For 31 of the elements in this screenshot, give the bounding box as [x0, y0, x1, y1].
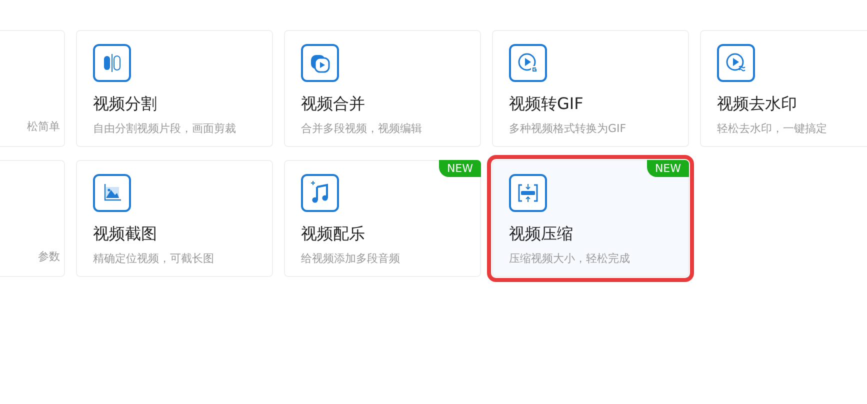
tool-description: 合并多段视频，视频编辑 — [301, 121, 422, 136]
tool-card[interactable]: NEW 视频配乐 给视频添加多段音频 — [284, 160, 481, 277]
music-note-icon — [301, 174, 339, 212]
crop-image-icon — [93, 174, 131, 212]
tool-title: 视频配乐 — [301, 224, 365, 245]
tool-card[interactable]: 视频去水印 轻松去水印，一键搞定 — [700, 30, 867, 147]
video-stack-icon — [301, 44, 339, 82]
gif-play-icon — [509, 44, 547, 82]
tool-description: 轻松去水印，一键搞定 — [717, 121, 827, 136]
tool-card[interactable]: 视频截图 精确定位视频，可截长图 — [76, 160, 273, 277]
tool-description: 压缩视频大小，轻松完成 — [509, 251, 630, 266]
tool-title: 视频截图 — [93, 224, 157, 245]
new-badge: NEW — [646, 160, 689, 177]
tool-title: 视频分割 — [93, 94, 157, 115]
split-icon — [93, 44, 131, 82]
tool-description: 精确定位视频，可截长图 — [93, 251, 214, 266]
tool-description: 参数 — [38, 249, 60, 264]
tool-title: 视频转GIF — [509, 94, 584, 115]
tool-title: 视频压缩 — [509, 224, 573, 245]
tool-description: 给视频添加多段音频 — [301, 251, 400, 266]
tool-title: 视频合并 — [301, 94, 365, 115]
compress-icon — [509, 174, 547, 212]
tool-title: 视频去水印 — [717, 94, 797, 115]
tool-description: 多种视频格式转换为GIF — [509, 121, 626, 136]
play-wave-icon — [717, 44, 755, 82]
tool-description: 自由分割视频片段，画面剪裁 — [93, 121, 236, 136]
new-badge: NEW — [438, 160, 481, 177]
tool-description: 松简单 — [27, 119, 60, 134]
tool-card[interactable]: 视频分割 自由分割视频片段，画面剪裁 — [76, 30, 273, 147]
tool-card[interactable]: 视频转GIF 多种视频格式转换为GIF — [492, 30, 689, 147]
tool-card[interactable]: 视频合并 合并多段视频，视频编辑 — [284, 30, 481, 147]
